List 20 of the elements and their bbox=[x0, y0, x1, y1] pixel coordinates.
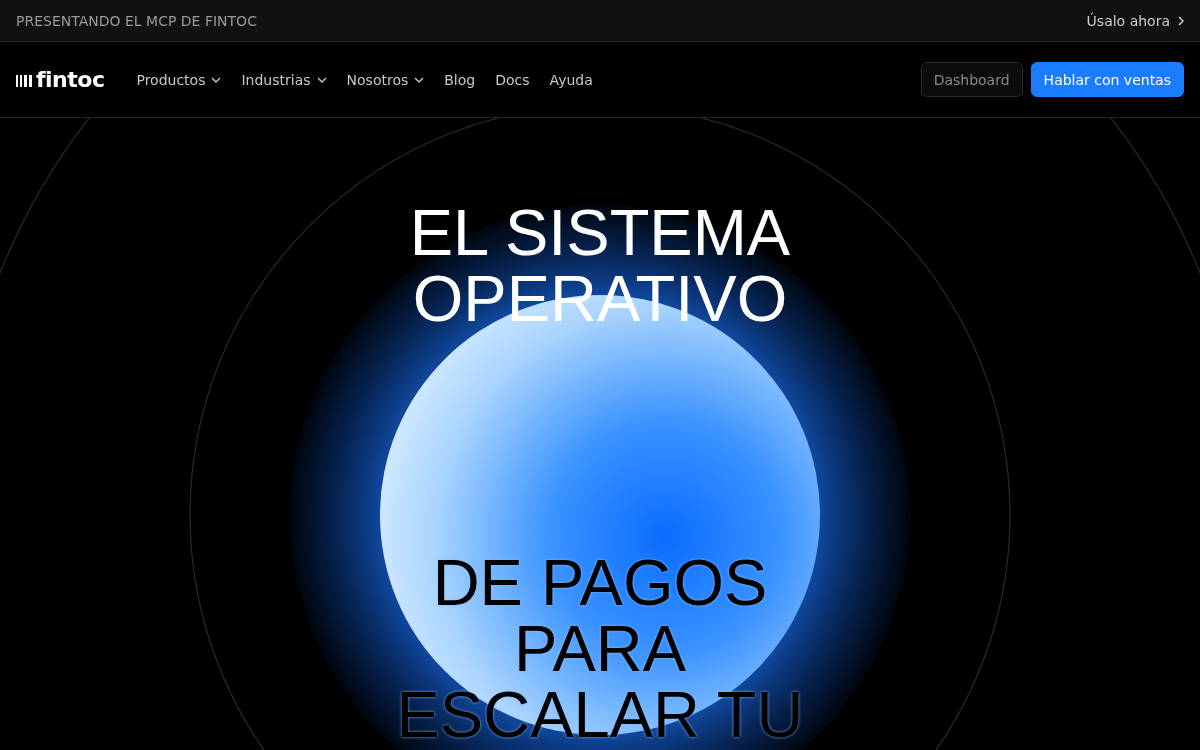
contact-sales-button[interactable]: Hablar con ventas bbox=[1030, 62, 1184, 97]
nav-menu[interactable]: Nosotros bbox=[346, 71, 425, 88]
nav-menu[interactable]: Industrias bbox=[241, 71, 327, 88]
chevron-down-icon bbox=[211, 76, 222, 83]
chevron-right-icon bbox=[1178, 15, 1184, 26]
chevron-down-icon bbox=[414, 76, 425, 83]
announcement-link[interactable]: Úsalo ahora bbox=[1086, 12, 1184, 29]
nav-link[interactable]: Blog bbox=[444, 71, 476, 88]
announcement-text: PRESENTANDO EL MCP DE FINTOC bbox=[16, 12, 257, 29]
headline-line: PARA bbox=[513, 616, 687, 682]
nav-link[interactable]: Ayuda bbox=[549, 71, 593, 88]
headline-line: OPERATIVO bbox=[412, 266, 788, 332]
nav-menu[interactable]: Productos bbox=[136, 71, 222, 88]
headline-line: DE PAGOS bbox=[432, 550, 768, 616]
fintoc-logo[interactable]: fintoc bbox=[16, 67, 105, 92]
headline-line: EL SISTEMA bbox=[409, 200, 791, 266]
nav-link[interactable]: Docs bbox=[495, 71, 530, 88]
bars-icon bbox=[16, 72, 32, 87]
dashboard-button[interactable]: Dashboard bbox=[920, 62, 1023, 97]
chevron-down-icon bbox=[316, 76, 327, 83]
